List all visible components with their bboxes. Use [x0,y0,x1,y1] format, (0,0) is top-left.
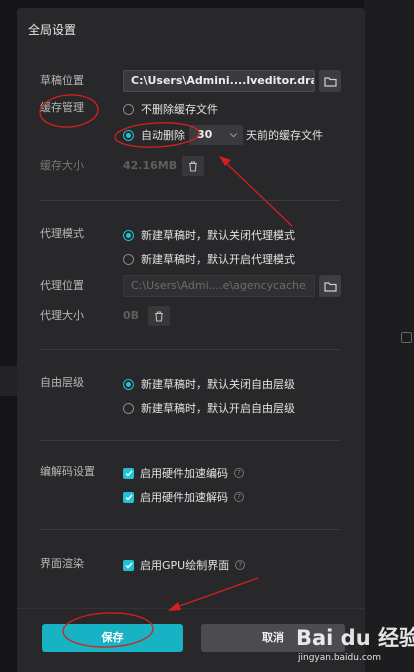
cache-size-value: 42.16MB [123,159,178,172]
proxy-location-label: 代理位置 [40,279,84,292]
codec-label: 编解码设置 [40,465,95,478]
section-divider [40,349,340,350]
folder-icon [323,281,337,292]
settings-scroll-area[interactable]: 草稿位置 C:\Users\Admini....lveditor.draft 缓… [17,60,365,608]
cache-option-keep[interactable]: 不删除缓存文件 [123,101,218,117]
radio-off-icon [123,103,134,115]
cache-option-auto-label: 自动删除 [141,129,185,142]
section-divider [40,529,340,530]
render-label: 界面渲染 [40,557,84,570]
cache-days-suffix: 天前的缓存文件 [246,129,323,142]
draft-location-input[interactable]: C:\Users\Admini....lveditor.draft [123,70,315,92]
proxy-option-on[interactable]: 新建草稿时，默认开启代理模式 [123,251,295,267]
layer-option-off-label: 新建草稿时，默认关闭自由层级 [141,378,295,391]
free-layer-label: 自由层级 [40,376,84,389]
radio-on-icon [123,229,134,241]
gpu-render-label: 启用GPU绘制界面 [140,559,230,572]
help-icon[interactable]: ? [234,468,244,478]
checkbox-checked-icon [123,491,134,503]
save-button[interactable]: 保存 [42,624,183,652]
checkbox-checked-icon [123,559,134,571]
layer-option-on[interactable]: 新建草稿时，默认开启自由层级 [123,400,295,416]
radio-on-icon [123,129,134,141]
section-divider [40,200,340,201]
checkbox-checked-icon [123,467,134,479]
draft-location-label: 草稿位置 [40,74,84,87]
proxy-mode-label: 代理模式 [40,227,84,240]
help-icon[interactable]: ? [235,560,246,570]
hw-encode-label: 启用硬件加速编码 [140,467,228,480]
hw-decode-label: 启用硬件加速解码 [140,491,228,504]
dialog-title: 全局设置 [28,23,77,37]
section-divider [40,440,340,441]
help-icon[interactable]: ? [234,492,244,502]
proxy-size-value: 0B [123,309,140,322]
watermark-url: jingyan.baidu.com [298,653,382,663]
cache-days-select[interactable]: 30 ⌵ [189,125,243,145]
chevron-down-icon: ⌵ [230,130,237,140]
gpu-render-checkbox[interactable]: 启用GPU绘制界面 ? [123,557,246,573]
proxy-folder-button[interactable] [319,275,341,297]
proxy-option-on-label: 新建草稿时，默认开启代理模式 [141,253,295,266]
hw-encode-checkbox[interactable]: 启用硬件加速编码 ? [123,465,244,481]
watermark-logo: Bai du 经验 [296,626,414,650]
folder-icon [323,76,337,87]
proxy-location-input[interactable]: C:\Users\Admi....e\agencycache [123,275,315,297]
baidu-watermark: Bai du 经验 jingyan.baidu.com [296,618,414,668]
layer-option-off[interactable]: 新建草稿时，默认关闭自由层级 [123,376,295,392]
proxy-size-label: 代理大小 [40,309,84,322]
cache-option-auto[interactable]: 自动删除 [123,127,185,143]
hw-decode-checkbox[interactable]: 启用硬件加速解码 ? [123,489,244,505]
cache-size-label: 缓存大小 [40,159,84,172]
radio-on-icon [123,378,134,390]
draft-folder-button[interactable] [319,70,341,92]
cache-option-keep-label: 不删除缓存文件 [141,103,218,116]
clear-cache-button[interactable] [182,156,204,176]
trash-icon [155,310,163,322]
backdrop-icon [401,332,412,343]
proxy-option-off-label: 新建草稿时，默认关闭代理模式 [141,229,295,242]
global-settings-dialog: 全局设置 草稿位置 C:\Users\Admini....lveditor.dr… [17,8,365,672]
cache-management-label: 缓存管理 [40,101,84,114]
cache-days-value: 30 [197,128,213,141]
proxy-option-off[interactable]: 新建草稿时，默认关闭代理模式 [123,227,295,243]
radio-off-icon [123,253,134,265]
trash-icon [189,160,197,172]
radio-off-icon [123,402,134,414]
layer-option-on-label: 新建草稿时，默认开启自由层级 [141,402,295,415]
clear-proxy-button[interactable] [148,306,170,326]
